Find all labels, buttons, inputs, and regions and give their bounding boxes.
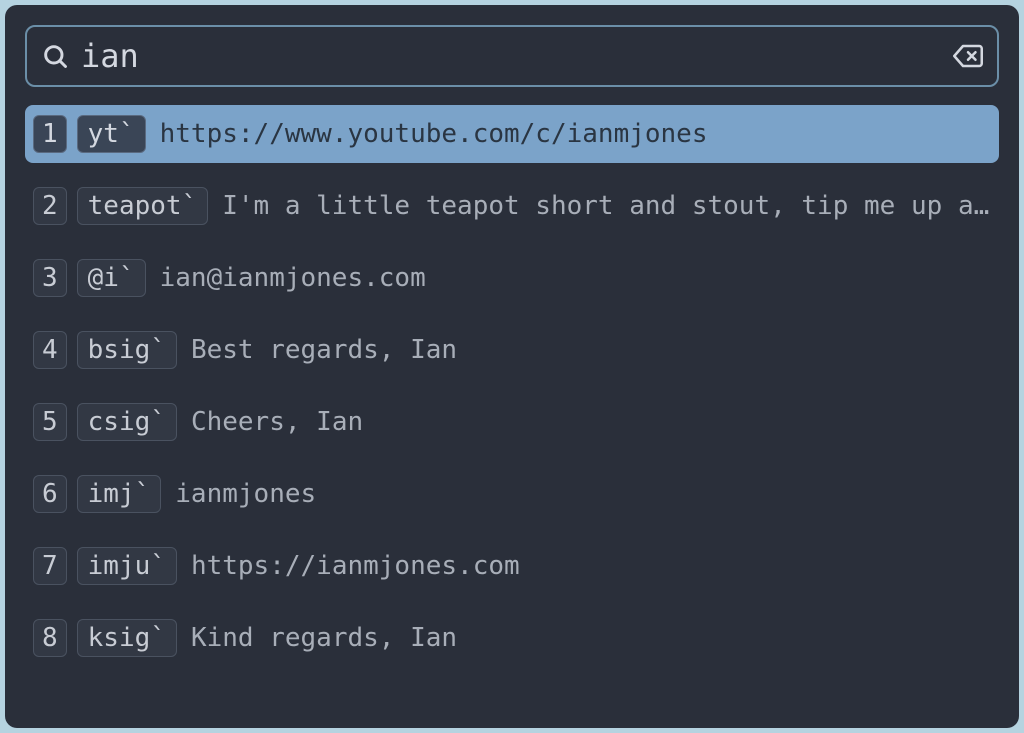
result-key: bsig` <box>77 331 177 369</box>
result-item[interactable]: 3 @i` ian@ianmjones.com <box>25 249 999 307</box>
result-item[interactable]: 1 yt` https://www.youtube.com/c/ianmjone… <box>25 105 999 163</box>
result-text: Kind regards, Ian <box>191 623 457 653</box>
result-key: ksig` <box>77 619 177 657</box>
search-bar[interactable] <box>25 25 999 87</box>
result-item[interactable]: 8 ksig` Kind regards, Ian <box>25 609 999 667</box>
result-text: https://www.youtube.com/c/ianmjones <box>160 119 708 149</box>
result-index: 8 <box>33 619 67 657</box>
result-text: Cheers, Ian <box>191 407 363 437</box>
result-item[interactable]: 6 imj` ianmjones <box>25 465 999 523</box>
result-index: 6 <box>33 475 67 513</box>
result-item[interactable]: 5 csig` Cheers, Ian <box>25 393 999 451</box>
results-list: 1 yt` https://www.youtube.com/c/ianmjone… <box>25 105 999 681</box>
result-item[interactable]: 2 teapot` I'm a little teapot short and … <box>25 177 999 235</box>
result-item[interactable]: 4 bsig` Best regards, Ian <box>25 321 999 379</box>
app-window: 1 yt` https://www.youtube.com/c/ianmjone… <box>5 5 1019 728</box>
search-icon <box>41 42 69 70</box>
result-index: 4 <box>33 331 67 369</box>
result-index: 3 <box>33 259 67 297</box>
result-text: ian@ianmjones.com <box>160 263 426 293</box>
result-key: csig` <box>77 403 177 441</box>
result-key: teapot` <box>77 187 209 225</box>
result-index: 5 <box>33 403 67 441</box>
result-key: yt` <box>77 115 146 153</box>
search-input[interactable] <box>81 37 953 75</box>
result-key: imju` <box>77 547 177 585</box>
result-text: Best regards, Ian <box>191 335 457 365</box>
result-key: imj` <box>77 475 162 513</box>
result-index: 2 <box>33 187 67 225</box>
result-key: @i` <box>77 259 146 297</box>
result-text: ianmjones <box>175 479 316 509</box>
result-index: 7 <box>33 547 67 585</box>
result-item[interactable]: 7 imju` https://ianmjones.com <box>25 537 999 595</box>
result-text: I'm a little teapot short and stout, tip… <box>222 191 991 221</box>
result-index: 1 <box>33 115 67 153</box>
result-text: https://ianmjones.com <box>191 551 520 581</box>
backspace-icon[interactable] <box>953 41 983 71</box>
